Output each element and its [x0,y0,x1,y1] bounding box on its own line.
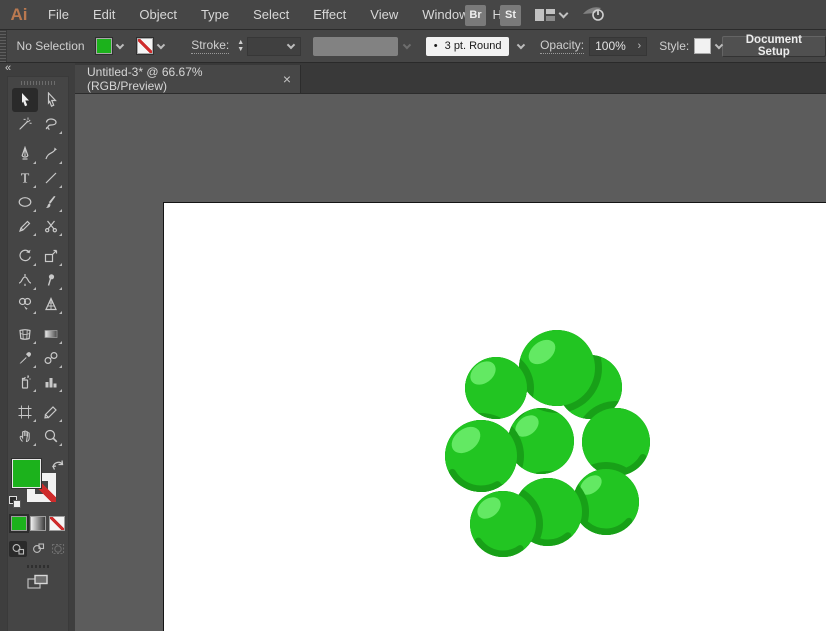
pen-tool[interactable] [12,142,38,166]
menu-item-view[interactable]: View [358,0,410,30]
opacity-field[interactable]: 100% › [589,36,648,56]
scale-tool[interactable] [38,244,64,268]
ellipse-tool[interactable] [12,190,38,214]
fill-stroke-indicator [8,456,68,512]
gradient-mode-button[interactable] [30,516,46,531]
toolbar: T [7,76,69,631]
shape-builder-tool[interactable] [12,292,38,316]
gradient-tool[interactable] [38,322,64,346]
canvas-area [75,94,826,631]
toolbar-divider-grip [27,565,49,568]
app-logo: Ai [10,4,28,24]
magic-wand-tool[interactable] [12,112,38,136]
selection-status: No Selection [16,39,85,53]
panel-grip[interactable] [0,30,7,62]
tool-grid: T [8,88,68,448]
symbol-sprayer-tool[interactable] [12,370,38,394]
tab-bar: Untitled-3* @ 66.67% (RGB/Preview) × [75,63,826,94]
menu-item-effect[interactable]: Effect [301,0,358,30]
width-profile-dropdown [313,36,399,56]
draw-inside-button [49,541,67,557]
document-tab-title: Untitled-3* @ 66.67% (RGB/Preview) [87,65,203,93]
stroke-chevron-icon[interactable] [156,40,165,50]
illustrator-window: Ai File Edit Object Type Select Effect View Win… [0,0,826,631]
document-setup-button[interactable]: Document Setup [721,34,826,58]
grape-cluster-artwork[interactable] [380,300,700,590]
brush-chevron-icon[interactable] [517,40,526,50]
control-bar: No Selection Stroke: ▲ ▼ • 3 pt. Round O… [0,30,826,63]
collapse-panel-button[interactable]: « [0,63,75,76]
paintbrush-tool[interactable] [38,190,64,214]
toolbar-grip[interactable] [21,81,55,85]
fill-proxy-swatch[interactable] [12,459,41,488]
opacity-arrow-icon[interactable]: › [638,40,642,52]
close-icon[interactable]: × [283,72,291,86]
brush-dot-icon: • [433,40,438,52]
tools-panel: « T [0,63,75,631]
style-label: Style: [659,39,690,53]
perspective-grid-tool[interactable] [38,292,64,316]
type-tool[interactable]: T [12,166,38,190]
menubar: Ai File Edit Object Type Select Effect View Win… [0,0,826,30]
menu-item-select[interactable]: Select [241,0,301,30]
stroke-weight-label[interactable]: Stroke: [191,38,230,54]
chevron-down-icon [558,8,569,18]
workspace-icon [535,9,555,21]
fill-chevron-icon[interactable] [115,40,124,50]
paint-mode-row [8,514,68,533]
stroke-weight-stepper[interactable]: ▲ ▼ [237,39,244,53]
chevron-down-icon [287,40,296,50]
artboard-tool[interactable] [12,400,38,424]
hand-tool[interactable] [12,424,38,448]
color-mode-button[interactable] [9,514,29,533]
menu-item-type[interactable]: Type [189,0,241,30]
change-screen-mode-button[interactable] [8,574,68,591]
document-tab[interactable]: Untitled-3* @ 66.67% (RGB/Preview) × [75,65,301,93]
workspace-switcher[interactable] [535,8,569,22]
stroke-color-swatch[interactable] [136,38,153,54]
width-tool[interactable] [12,268,38,292]
none-mode-button[interactable] [49,516,65,531]
draw-behind-button[interactable] [29,541,47,557]
bridge-button[interactable]: Br [465,4,486,26]
stroke-weight-dropdown[interactable] [247,36,302,56]
curvature-tool[interactable] [38,142,64,166]
default-fill-stroke-icon[interactable] [9,496,21,508]
none-slash-icon [137,39,152,53]
slice-tool[interactable] [38,400,64,424]
width-profile-chevron-icon [402,40,412,50]
mesh-tool[interactable] [12,322,38,346]
style-swatch[interactable] [694,38,711,54]
scissors-tool[interactable] [38,214,64,238]
line-segment-tool[interactable] [38,166,64,190]
stock-button[interactable]: St [500,4,521,26]
blend-tool[interactable] [38,346,64,370]
swap-fill-stroke-icon[interactable] [51,458,65,476]
stepper-up-icon[interactable]: ▲ [237,39,244,46]
fill-color-swatch[interactable] [96,38,112,54]
svg-text:T: T [21,172,30,186]
menu-item-edit[interactable]: Edit [81,0,127,30]
draw-mode-row [8,541,68,557]
draw-normal-button[interactable] [9,541,27,557]
zoom-tool[interactable] [38,424,64,448]
stepper-down-icon[interactable]: ▼ [237,46,244,53]
column-graph-tool[interactable] [38,370,64,394]
brush-definition-value: 3 pt. Round [444,40,502,52]
menu: File Edit Object Type Select Effect View Window… [36,0,531,29]
brush-definition-field[interactable]: • 3 pt. Round [425,36,510,56]
direct-selection-tool[interactable] [38,88,64,112]
opacity-label[interactable]: Opacity: [540,38,585,54]
menubar-right: Br St [465,0,607,30]
cs-live-icon[interactable] [581,4,607,27]
pencil-tool[interactable] [12,214,38,238]
selection-tool[interactable] [12,88,38,112]
menu-item-file[interactable]: File [36,0,81,30]
opacity-value: 100% [595,39,626,53]
lasso-tool[interactable] [38,112,64,136]
rotate-tool[interactable] [12,244,38,268]
puppet-warp-tool[interactable] [38,268,64,292]
eyedropper-tool[interactable] [12,346,38,370]
menu-item-object[interactable]: Object [127,0,189,30]
